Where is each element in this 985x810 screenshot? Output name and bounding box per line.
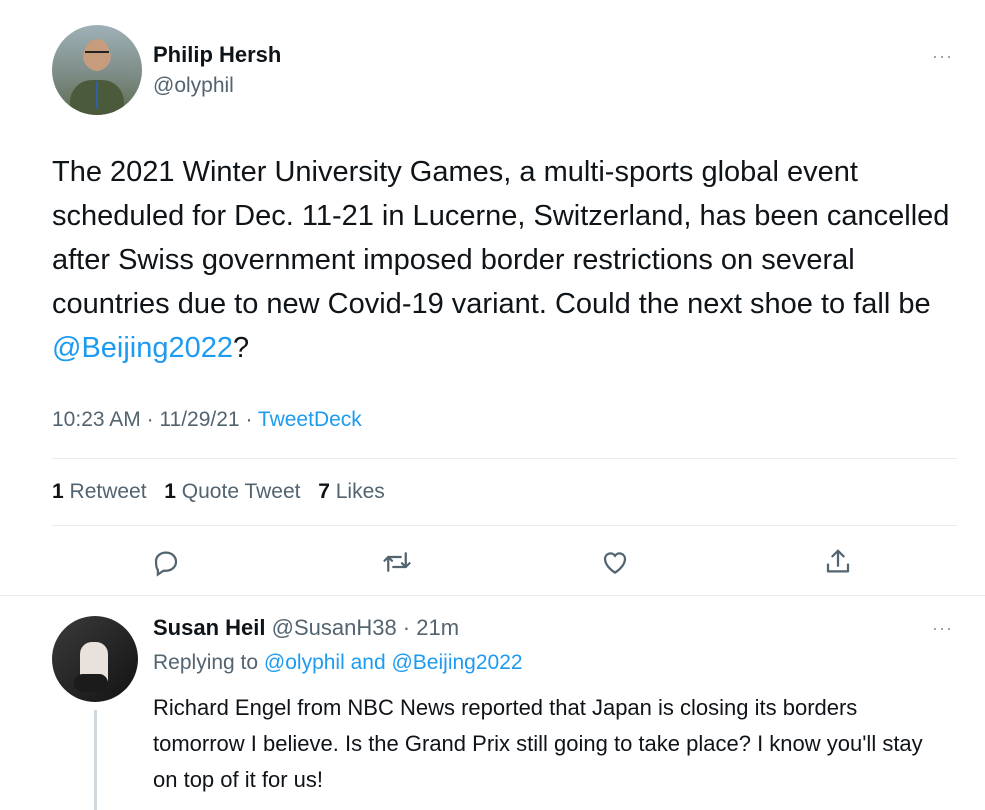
author-name[interactable]: Philip Hersh (153, 42, 281, 68)
reply-button[interactable] (151, 547, 181, 577)
tweet-date[interactable]: 11/29/21 (159, 408, 239, 431)
author-avatar[interactable] (52, 25, 142, 115)
share-icon (826, 549, 850, 573)
mention-link[interactable]: @Beijing2022 (52, 332, 233, 364)
reply-author-name[interactable]: Susan Heil (153, 615, 265, 640)
meta-separator: · (146, 408, 154, 431)
more-options-icon[interactable]: ··· (932, 46, 953, 67)
divider (0, 595, 985, 596)
meta-separator: · (245, 408, 253, 431)
retweets-stat[interactable]: 1 Retweet (52, 480, 147, 503)
share-button[interactable] (823, 547, 853, 577)
divider (52, 525, 957, 526)
retweet-icon (383, 552, 411, 572)
like-button[interactable] (600, 547, 630, 577)
tweet-stats: 1 Retweet 1 Quote Tweet 7 Likes (52, 480, 385, 504)
tweet-source[interactable]: TweetDeck (258, 408, 362, 431)
reply-icon (154, 551, 178, 577)
tweet-meta: 10:23 AM · 11/29/21 · TweetDeck (52, 408, 362, 432)
likes-stat[interactable]: 7 Likes (318, 480, 385, 503)
meta-separator: · (396, 615, 417, 640)
author-handle[interactable]: @olyphil (153, 74, 234, 98)
replying-prefix: Replying to (153, 651, 264, 674)
replying-user-link[interactable]: @olyphil (264, 651, 345, 674)
replying-user-link[interactable]: @Beijing2022 (391, 651, 522, 674)
replying-and: and (344, 651, 392, 674)
tweet-body: The 2021 Winter University Games, a mult… (52, 156, 950, 320)
reply-author-handle[interactable]: @SusanH38 (272, 615, 397, 640)
quotes-stat[interactable]: 1 Quote Tweet (164, 480, 300, 503)
thread-line (94, 710, 97, 810)
replying-to: Replying to @olyphil and @Beijing2022 (153, 651, 523, 675)
reply-time[interactable]: 21m (416, 615, 459, 640)
retweet-button[interactable] (382, 547, 412, 577)
tweet-text: The 2021 Winter University Games, a mult… (52, 150, 957, 370)
reply-text: Richard Engel from NBC News reported tha… (153, 695, 923, 792)
tweet-time[interactable]: 10:23 AM (52, 408, 141, 431)
reply-header: Susan Heil @SusanH38 · 21m (153, 615, 459, 641)
heart-icon (603, 552, 627, 574)
reply-avatar[interactable] (52, 616, 138, 702)
tweet-body-end: ? (233, 332, 250, 364)
reply-more-options-icon[interactable]: ··· (932, 618, 953, 639)
divider (52, 458, 957, 459)
